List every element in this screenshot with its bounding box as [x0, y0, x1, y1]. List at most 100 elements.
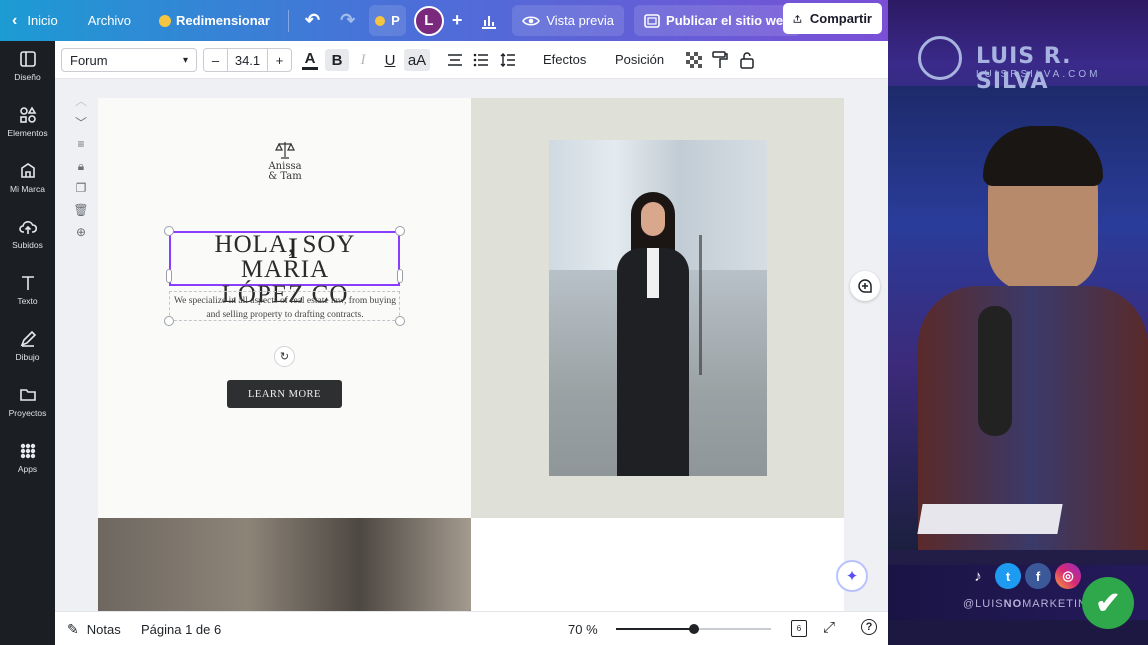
left-panel: Anissa & Tam HOLA, SOY MARIA LÓPEZ CO I [98, 98, 471, 518]
logo-line-2: & Tam [268, 171, 302, 182]
sidebar-item-draw[interactable]: Dibujo [0, 321, 55, 371]
instagram-icon: ◎ [1055, 563, 1081, 589]
text-color-button[interactable]: A [301, 49, 319, 71]
back-home-label: Inicio [27, 13, 58, 28]
sidebar-item-label: Apps [17, 464, 38, 474]
underline-button[interactable]: U [380, 49, 400, 71]
font-family-select[interactable]: Forum ▾ [61, 48, 197, 72]
add-collaborator-button[interactable]: + [444, 0, 471, 41]
unlock-icon [740, 52, 754, 69]
brand-url: LUISRSILVA.COM [976, 69, 1101, 80]
resize-handle-top-right[interactable] [395, 226, 405, 236]
undo-button[interactable]: ↶ [295, 0, 330, 41]
list-button[interactable] [471, 49, 491, 71]
face-shape [641, 202, 665, 236]
top-bar: ‹ Inicio Archivo Redimensionar ↶ ↷ P L +… [0, 0, 888, 41]
sidebar-item-label: Subidos [12, 240, 43, 250]
pro-button[interactable]: P [369, 5, 406, 36]
font-size-input[interactable]: 34.1 [228, 49, 267, 71]
sidebar-item-text[interactable]: Texto [0, 265, 55, 315]
magic-assistant-button[interactable]: ✦ [836, 560, 868, 592]
notes-icon[interactable]: ≡ [71, 133, 91, 155]
sidebar-item-design[interactable]: Diseño [0, 41, 55, 91]
portrait-photo[interactable] [549, 140, 767, 476]
divider [287, 9, 289, 32]
copy-style-button[interactable] [711, 49, 729, 71]
collapse-pages-icon[interactable]: ︿ [465, 603, 474, 611]
page-indicator[interactable]: Página 1 de 6 [141, 622, 221, 637]
left-sidebar: Diseño Elementos Mi Marca Subidos Texto … [0, 41, 55, 645]
sidebar-item-brand[interactable]: Mi Marca [0, 153, 55, 203]
sidebar-item-apps[interactable]: Apps [0, 433, 55, 483]
handle-bold: NO [1003, 598, 1023, 610]
heading-line-1: HOLA, SOY MARIA [214, 231, 356, 283]
avatar[interactable]: L [413, 5, 444, 36]
resize-handle-top-left[interactable] [164, 226, 174, 236]
font-family-value: Forum [70, 52, 108, 68]
resize-handle-left[interactable] [166, 269, 172, 283]
add-page-icon[interactable]: ⊕ [71, 221, 91, 243]
page-tools: ︿ ﹀ ≡ 🔒︎ ❐ 🗑︎ ⊕ [71, 89, 91, 243]
cloud-upload-icon [18, 221, 37, 234]
text-toolbar: Forum ▾ – 34.1 + A B I U aA Efectos Posi… [55, 41, 888, 79]
effects-button[interactable]: Efectos [543, 52, 586, 67]
lock-button[interactable] [738, 49, 756, 71]
shirt-shape [647, 248, 659, 298]
letter-case-button[interactable]: aA [404, 49, 430, 71]
duplicate-page-icon[interactable]: ❐ [71, 177, 91, 199]
add-comment-icon [858, 279, 872, 293]
help-icon[interactable]: ? [861, 619, 877, 635]
increase-font-size-button[interactable]: + [267, 49, 291, 71]
position-button[interactable]: Posición [615, 52, 664, 67]
notes-button[interactable]: ✎ Notas [67, 621, 121, 638]
back-home-button[interactable]: ‹ Inicio [0, 0, 68, 41]
sidebar-item-projects[interactable]: Proyectos [0, 377, 55, 427]
lock-page-icon[interactable]: 🔒︎ [71, 155, 91, 177]
sidebar-item-elements[interactable]: Elementos [0, 97, 55, 147]
logo-name: Anissa & Tam [258, 162, 312, 182]
decrease-font-size-button[interactable]: – [204, 49, 228, 71]
design-page[interactable]: Anissa & Tam HOLA, SOY MARIA LÓPEZ CO I [98, 98, 844, 611]
bulleted-list-icon [473, 53, 488, 67]
social-handle: @LUISNOMARKETING [963, 598, 1097, 610]
delete-page-icon[interactable]: 🗑︎ [71, 199, 91, 221]
resize-button[interactable]: Redimensionar [149, 0, 280, 41]
align-center-button[interactable] [445, 49, 465, 71]
text-icon [21, 276, 34, 290]
transparency-button[interactable] [685, 49, 703, 71]
zoom-value[interactable]: 70 % [568, 622, 598, 637]
share-button[interactable]: Compartir [783, 3, 882, 34]
shelf-shape [699, 235, 767, 375]
italic-button[interactable]: I [354, 49, 372, 71]
microphone-shape [978, 306, 1012, 436]
font-size-stepper[interactable]: – 34.1 + [203, 48, 292, 72]
chevron-down-icon: ▾ [182, 54, 188, 66]
comment-button[interactable] [850, 271, 880, 301]
sidebar-item-uploads[interactable]: Subidos [0, 209, 55, 259]
bar-chart-icon [482, 15, 497, 29]
zoom-slider-thumb[interactable] [688, 624, 699, 634]
handle-prefix: @LUIS [963, 598, 1004, 610]
webcam-feed [888, 86, 1148, 550]
insights-button[interactable] [470, 0, 508, 41]
eye-icon [522, 15, 541, 26]
shapes-icon [19, 106, 36, 123]
learn-more-button[interactable]: LEARN MORE [227, 380, 342, 408]
file-menu-button[interactable]: Archivo [78, 0, 141, 41]
page-grid-button[interactable]: 6 [791, 620, 807, 637]
publish-website-button[interactable]: Publicar el sitio web [634, 5, 802, 36]
resize-handle-right[interactable] [397, 269, 403, 283]
tiktok-icon: ♪ [974, 567, 982, 585]
bold-button[interactable]: B [325, 49, 349, 71]
move-up-icon[interactable]: ︿ [71, 89, 91, 111]
preview-button[interactable]: Vista previa [512, 5, 625, 36]
pen-icon [20, 330, 36, 347]
align-center-icon [448, 54, 462, 66]
fullscreen-icon[interactable]: ⤢ [823, 619, 835, 636]
rotate-handle-icon[interactable]: ↻ [274, 346, 295, 367]
paragraph-text[interactable]: We specialize in all aspects of real est… [170, 294, 400, 322]
zoom-slider[interactable] [616, 624, 771, 634]
move-down-icon[interactable]: ﹀ [71, 111, 91, 133]
spacing-button[interactable] [498, 49, 518, 71]
redo-button[interactable]: ↷ [330, 0, 365, 41]
